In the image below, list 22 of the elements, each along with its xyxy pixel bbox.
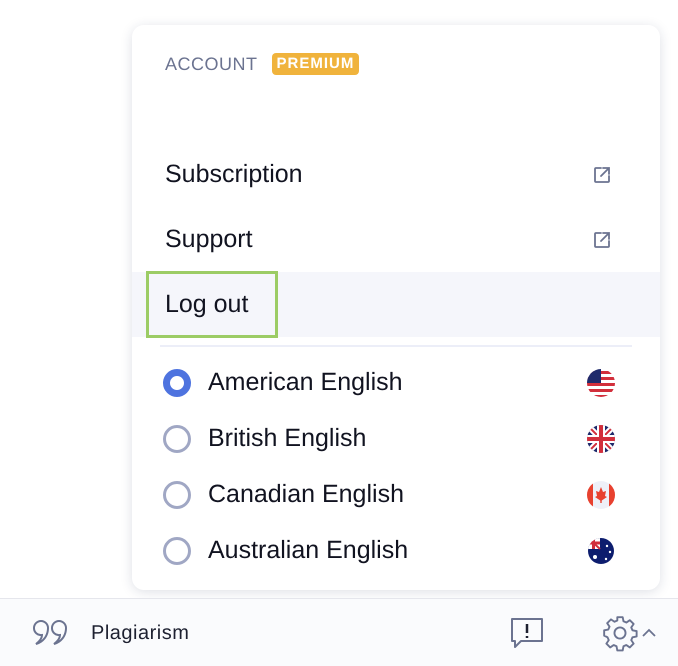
- language-label[interactable]: British English: [208, 420, 366, 458]
- menu-item[interactable]: Log out: [148, 273, 276, 336]
- radio-button[interactable]: [163, 369, 191, 397]
- plagiarism-label[interactable]: Plagiarism: [91, 618, 190, 648]
- radio-button[interactable]: [163, 425, 191, 453]
- flag-icon: [587, 369, 615, 397]
- chevron-up-icon[interactable]: [642, 628, 656, 638]
- language-label[interactable]: Australian English: [208, 532, 408, 570]
- settings-icon[interactable]: [601, 614, 639, 652]
- flag-icon: [587, 481, 615, 509]
- section-heading: ACCOUNT: [165, 52, 258, 76]
- radio-button[interactable]: [163, 537, 191, 565]
- language-label[interactable]: American English: [208, 364, 403, 402]
- flag-icon: [587, 537, 615, 565]
- feedback-icon[interactable]: [509, 616, 545, 650]
- quote-icon[interactable]: [30, 618, 70, 648]
- language-label[interactable]: Canadian English: [208, 476, 404, 514]
- premium-badge: PREMIUM: [272, 53, 360, 75]
- radio-button[interactable]: [163, 481, 191, 509]
- flag-icon: [587, 425, 615, 453]
- menu-item[interactable]: Subscription: [148, 143, 331, 206]
- menu-item[interactable]: Support: [148, 208, 281, 271]
